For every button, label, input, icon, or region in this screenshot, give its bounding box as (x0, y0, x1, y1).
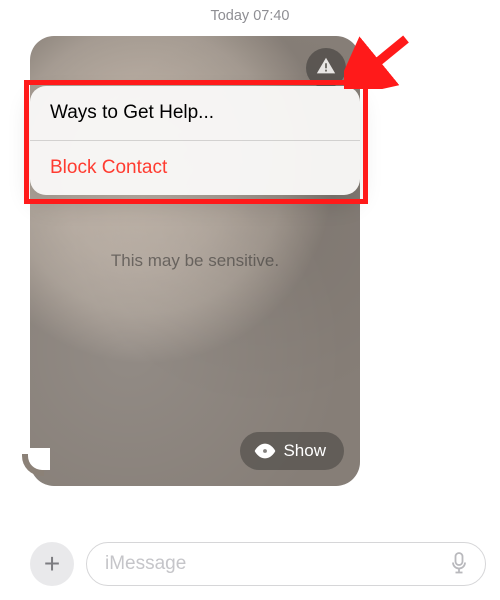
bubble-tail (22, 454, 44, 476)
eye-icon (254, 440, 276, 462)
sensitive-warning-text: This may be sensitive. (30, 251, 360, 271)
show-button[interactable]: Show (240, 432, 344, 470)
warning-triangle-icon (315, 55, 337, 82)
context-menu: Ways to Get Help... Block Contact (30, 86, 360, 195)
message-bubble-area: This may be sensitive. Show Ways to Get … (30, 36, 470, 486)
timestamp: Today 07:40 (30, 0, 470, 36)
show-button-label: Show (283, 441, 326, 461)
plus-icon: + (44, 548, 60, 580)
menu-item-block-contact[interactable]: Block Contact (30, 141, 360, 195)
warning-badge[interactable] (306, 48, 346, 88)
message-input[interactable] (105, 553, 445, 575)
message-field[interactable] (86, 542, 486, 586)
dictation-button[interactable] (445, 550, 473, 578)
add-attachment-button[interactable]: + (30, 542, 74, 586)
menu-item-get-help[interactable]: Ways to Get Help... (30, 86, 360, 140)
compose-bar: + (30, 542, 486, 586)
mic-icon (449, 551, 469, 578)
